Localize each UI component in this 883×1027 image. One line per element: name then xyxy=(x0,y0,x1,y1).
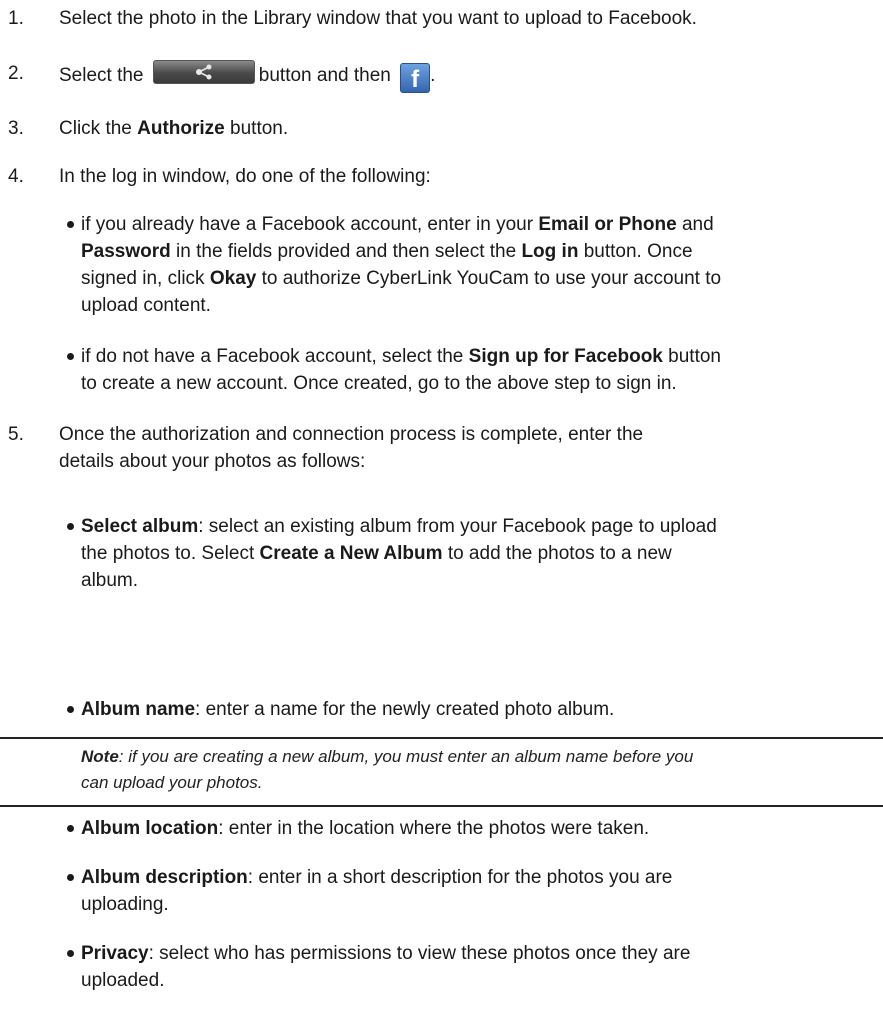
bullet-album-location: Album location: enter in the location wh… xyxy=(67,815,861,842)
step-text: Select the photo in the Library window t… xyxy=(59,8,697,29)
bullet-album-name: Album name: enter a name for the newly c… xyxy=(67,696,861,723)
step-number: 5. xyxy=(8,424,24,445)
bullet-text: if do not have a Facebook account, selec… xyxy=(81,346,464,367)
note-line: : if you are creating a new album, you m… xyxy=(118,747,694,766)
bullet-text: uploading. xyxy=(81,894,169,915)
step-text: Select the button and then f. xyxy=(59,60,869,93)
bullet-dot xyxy=(67,221,74,228)
step-number: 3. xyxy=(8,118,24,139)
bullet-dot xyxy=(67,523,74,530)
step-number: 4. xyxy=(8,166,24,187)
bullet-select-album: Select album: select an existing album f… xyxy=(67,513,861,594)
document-page: 1. Select the photo in the Library windo… xyxy=(0,0,883,1027)
bullet-text: the photos to. Select xyxy=(81,543,255,564)
bullet-text: signed in, click xyxy=(81,268,205,289)
bullet-text: : enter in the location where the photos… xyxy=(218,818,650,839)
bullet-dot xyxy=(67,950,74,957)
step-number: 1. xyxy=(8,8,24,29)
bold-term: Album location xyxy=(81,818,219,839)
step-text-part: button. xyxy=(230,118,289,139)
bold-term: Password xyxy=(81,241,171,262)
bullet-text: in the fields provided and then select t… xyxy=(176,241,517,262)
note-box: Note: if you are creating a new album, y… xyxy=(0,737,883,807)
share-icon xyxy=(195,64,212,80)
bullet-text: button xyxy=(668,346,721,367)
bullet-text: : enter a name for the newly created pho… xyxy=(195,699,615,720)
bold-term: Select album xyxy=(81,516,199,537)
bold-term: Privacy xyxy=(81,943,149,964)
bullet-text: uploaded. xyxy=(81,970,165,991)
bullet-album-description: Album description: enter in a short desc… xyxy=(67,864,861,918)
bullet-existing-account: if you already have a Facebook account, … xyxy=(67,211,861,319)
step-text-part: Select the xyxy=(59,65,144,86)
bullet-privacy: Privacy: select who has permissions to v… xyxy=(67,940,861,994)
bold-term: Album description xyxy=(81,867,248,888)
bullet-dot xyxy=(67,874,74,881)
note-text: Note: if you are creating a new album, y… xyxy=(81,744,871,796)
step-number: 2. xyxy=(8,63,24,84)
bullet-text: : select who has permissions to view the… xyxy=(148,943,691,964)
bullet-dot xyxy=(67,825,74,832)
step-text: In the log in window, do one of the foll… xyxy=(59,166,431,187)
bold-term: Okay xyxy=(209,268,257,289)
bullet-text: to authorize CyberLink YouCam to use you… xyxy=(261,268,722,289)
bullet-dot xyxy=(67,353,74,360)
bullet-dot xyxy=(67,706,74,713)
bold-term: Log in xyxy=(521,241,579,262)
bold-term: Email or Phone xyxy=(538,214,677,235)
bullet-text: if you already have a Facebook account, … xyxy=(81,214,534,235)
bold-term: Album name xyxy=(81,699,196,720)
bullet-text: to create a new account. Once created, g… xyxy=(81,373,677,394)
bold-term: Sign up for Facebook xyxy=(468,346,663,367)
step-text-part: Once the authorization and connection pr… xyxy=(59,424,644,445)
bullet-text: : select an existing album from your Fac… xyxy=(198,516,717,537)
bullet-no-account: if do not have a Facebook account, selec… xyxy=(67,343,861,397)
bullet-text: button. Once xyxy=(583,241,693,262)
note-label: Note xyxy=(81,747,119,766)
bullet-text: and xyxy=(681,214,714,235)
bullet-text: album. xyxy=(81,570,139,591)
facebook-icon: f xyxy=(400,63,431,93)
authorize-label: Authorize xyxy=(137,118,225,139)
step-text-part: . xyxy=(430,65,436,86)
step-text: Click the Authorize button. xyxy=(59,115,869,142)
bullet-text: to add the photos to a new xyxy=(447,543,672,564)
step-text-part: Click the xyxy=(59,118,132,139)
bullet-text: : enter in a short description for the p… xyxy=(247,867,673,888)
step-text: Once the authorization and connection pr… xyxy=(59,421,869,475)
share-button xyxy=(152,60,255,84)
bold-term: Create a New Album xyxy=(259,543,443,564)
step-text-part: button and then xyxy=(258,65,391,86)
step-text-part: details about your photos as follows: xyxy=(59,451,366,472)
note-line: can upload your photos. xyxy=(81,773,263,792)
bullet-text: upload content. xyxy=(81,295,211,316)
